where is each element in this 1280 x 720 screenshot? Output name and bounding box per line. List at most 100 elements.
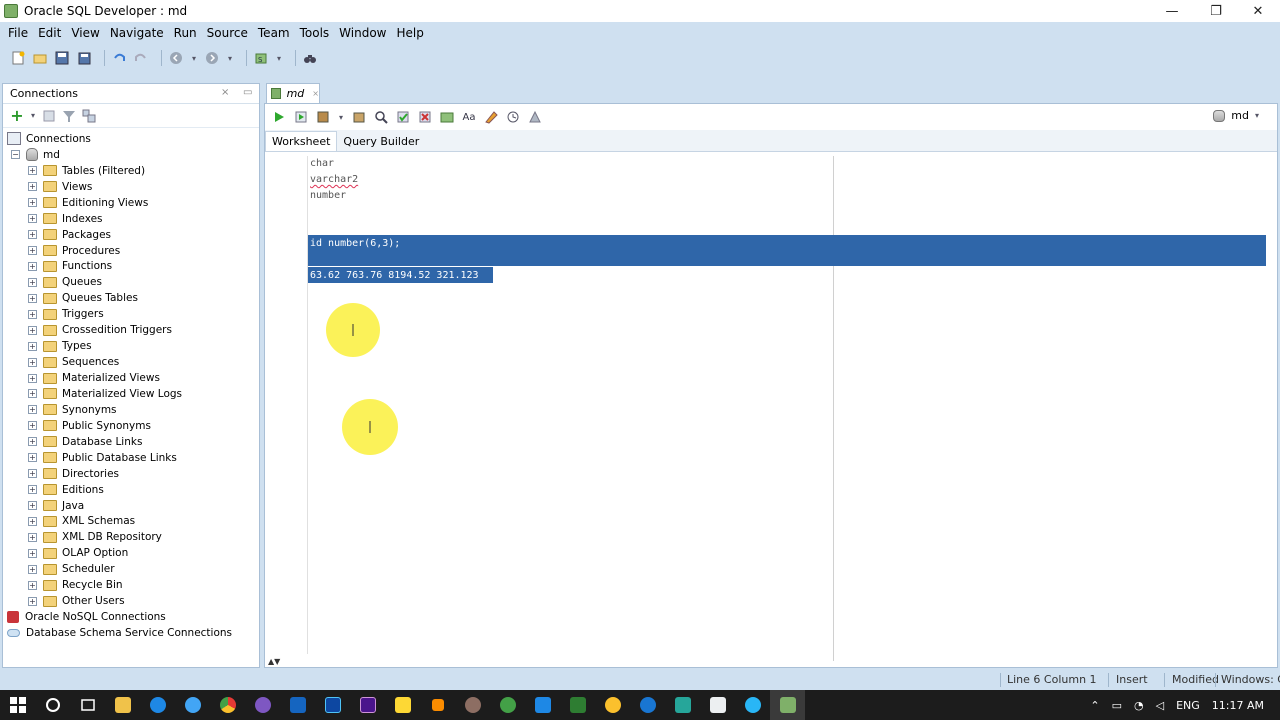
add-dropdown-icon[interactable]: ▾ xyxy=(29,108,37,124)
collapse-icon[interactable]: − xyxy=(11,150,20,160)
expand-icon[interactable]: + xyxy=(28,564,37,574)
tab-query-builder[interactable]: Query Builder xyxy=(337,131,425,151)
tree-node-views[interactable]: + Views xyxy=(3,179,259,195)
volume-icon[interactable]: ◁ xyxy=(1156,699,1164,712)
expand-icon[interactable]: + xyxy=(28,214,37,224)
edge-icon[interactable] xyxy=(140,690,175,720)
expand-icon[interactable]: + xyxy=(28,437,37,447)
app-icon[interactable] xyxy=(595,690,630,720)
file-explorer-icon[interactable] xyxy=(105,690,140,720)
visual-studio-icon[interactable] xyxy=(280,690,315,720)
restore-button[interactable]: ❐ xyxy=(1194,0,1238,22)
sql-tuning-icon[interactable] xyxy=(373,109,389,125)
tree-node-other-users[interactable]: + Other Users xyxy=(3,593,259,609)
app-icon[interactable] xyxy=(560,690,595,720)
firefox-icon[interactable] xyxy=(245,690,280,720)
commit-icon[interactable] xyxy=(395,109,411,125)
app-icon[interactable] xyxy=(630,690,665,720)
rollback-icon[interactable] xyxy=(417,109,433,125)
scroll-arrows-icon[interactable]: ▲▼ xyxy=(268,657,280,666)
expand-icon[interactable]: + xyxy=(28,580,37,590)
run-script-icon[interactable] xyxy=(293,109,309,125)
windows-start-icon[interactable] xyxy=(0,690,35,720)
autotrace-dropdown-icon[interactable]: ▾ xyxy=(337,109,345,125)
tree-node-triggers[interactable]: + Triggers xyxy=(3,306,259,322)
tree-node-java[interactable]: + Java xyxy=(3,498,259,514)
tree-node-public-synonyms[interactable]: + Public Synonyms xyxy=(3,418,259,434)
menu-source[interactable]: Source xyxy=(202,26,253,40)
expand-icon[interactable]: + xyxy=(28,389,37,399)
connection-selector[interactable]: md ▾ xyxy=(1213,109,1259,122)
menu-run[interactable]: Run xyxy=(169,26,202,40)
close-button[interactable]: ✕ xyxy=(1236,0,1280,22)
forward-dropdown-icon[interactable]: ▾ xyxy=(226,50,234,66)
tree-node-queues[interactable]: + Queues xyxy=(3,274,259,290)
input-language[interactable]: ENG xyxy=(1176,699,1200,712)
expand-icon[interactable]: + xyxy=(28,246,37,256)
app-icon[interactable] xyxy=(665,690,700,720)
expand-icon[interactable]: + xyxy=(28,373,37,383)
tree-node-xml-schemas[interactable]: + XML Schemas xyxy=(3,514,259,530)
monitor-sessions-icon[interactable] xyxy=(527,109,543,125)
tree-node-materialized-views[interactable]: + Materialized Views xyxy=(3,370,259,386)
premiere-icon[interactable] xyxy=(350,690,385,720)
tree-node-procedures[interactable]: + Procedures xyxy=(3,243,259,259)
menu-help[interactable]: Help xyxy=(392,26,429,40)
tree-node-scheduler[interactable]: + Scheduler xyxy=(3,561,259,577)
tree-node-synonyms[interactable]: + Synonyms xyxy=(3,402,259,418)
refresh-icon[interactable] xyxy=(41,108,57,124)
battery-icon[interactable]: ▭ xyxy=(1112,699,1122,712)
forward-icon[interactable] xyxy=(204,50,220,66)
expand-icon[interactable]: + xyxy=(28,325,37,335)
menu-navigate[interactable]: Navigate xyxy=(105,26,169,40)
expand-icon[interactable]: + xyxy=(28,182,37,192)
menu-window[interactable]: Window xyxy=(334,26,391,40)
doc-tab-md[interactable]: md × xyxy=(266,83,320,103)
expand-icon[interactable]: + xyxy=(28,596,37,606)
expand-icon[interactable]: + xyxy=(28,548,37,558)
tab-worksheet[interactable]: Worksheet xyxy=(265,131,338,151)
task-view-icon[interactable] xyxy=(70,690,105,720)
undo-icon[interactable] xyxy=(111,50,127,66)
code-area[interactable]: char varchar2 number id number(6,3); 63.… xyxy=(307,156,1267,654)
tree-node-functions[interactable]: + Functions xyxy=(3,259,259,275)
expand-icon[interactable]: + xyxy=(28,421,37,431)
autotrace-icon[interactable] xyxy=(315,109,331,125)
schema-browser-icon[interactable] xyxy=(81,108,97,124)
save-icon[interactable] xyxy=(54,50,70,66)
menu-tools[interactable]: Tools xyxy=(295,26,335,40)
tree-node-crossedition-triggers[interactable]: + Crossedition Triggers xyxy=(3,322,259,338)
expand-icon[interactable]: + xyxy=(28,293,37,303)
expand-icon[interactable]: + xyxy=(28,309,37,319)
vlc-icon[interactable] xyxy=(420,690,455,720)
expand-icon[interactable]: + xyxy=(28,485,37,495)
tree-node-schema-service[interactable]: Database Schema Service Connections xyxy=(3,625,259,641)
explain-plan-icon[interactable] xyxy=(351,109,367,125)
sql-worksheet-icon[interactable]: S xyxy=(253,50,269,66)
tree-node-sequences[interactable]: + Sequences xyxy=(3,354,259,370)
tray-chevron-icon[interactable]: ⌃ xyxy=(1090,699,1099,712)
expand-icon[interactable]: + xyxy=(28,501,37,511)
minimize-button[interactable]: — xyxy=(1150,0,1194,22)
expand-icon[interactable]: + xyxy=(28,516,37,526)
expand-icon[interactable]: + xyxy=(28,277,37,287)
back-dropdown-icon[interactable]: ▾ xyxy=(190,50,198,66)
run-statement-icon[interactable] xyxy=(271,109,287,125)
tree-connection-md[interactable]: − md xyxy=(3,147,259,163)
tree-node-directories[interactable]: + Directories xyxy=(3,466,259,482)
camtasia-icon[interactable] xyxy=(490,690,525,720)
add-connection-icon[interactable]: + xyxy=(9,106,25,125)
menu-edit[interactable]: Edit xyxy=(33,26,66,40)
search-icon[interactable] xyxy=(35,690,70,720)
back-icon[interactable] xyxy=(168,50,184,66)
panel-minimize-icon[interactable]: ▭ xyxy=(243,87,252,98)
tree-node-editioning-views[interactable]: + Editioning Views xyxy=(3,195,259,211)
clear-icon[interactable] xyxy=(483,109,499,125)
menu-view[interactable]: View xyxy=(66,26,104,40)
tree-node-types[interactable]: + Types xyxy=(3,338,259,354)
unshared-worksheet-icon[interactable] xyxy=(439,109,455,125)
expand-icon[interactable]: + xyxy=(28,341,37,351)
tree-node-recycle-bin[interactable]: + Recycle Bin xyxy=(3,577,259,593)
tab-close-icon[interactable]: × xyxy=(312,89,319,98)
tree-node-xml-db-repository[interactable]: + XML DB Repository xyxy=(3,529,259,545)
